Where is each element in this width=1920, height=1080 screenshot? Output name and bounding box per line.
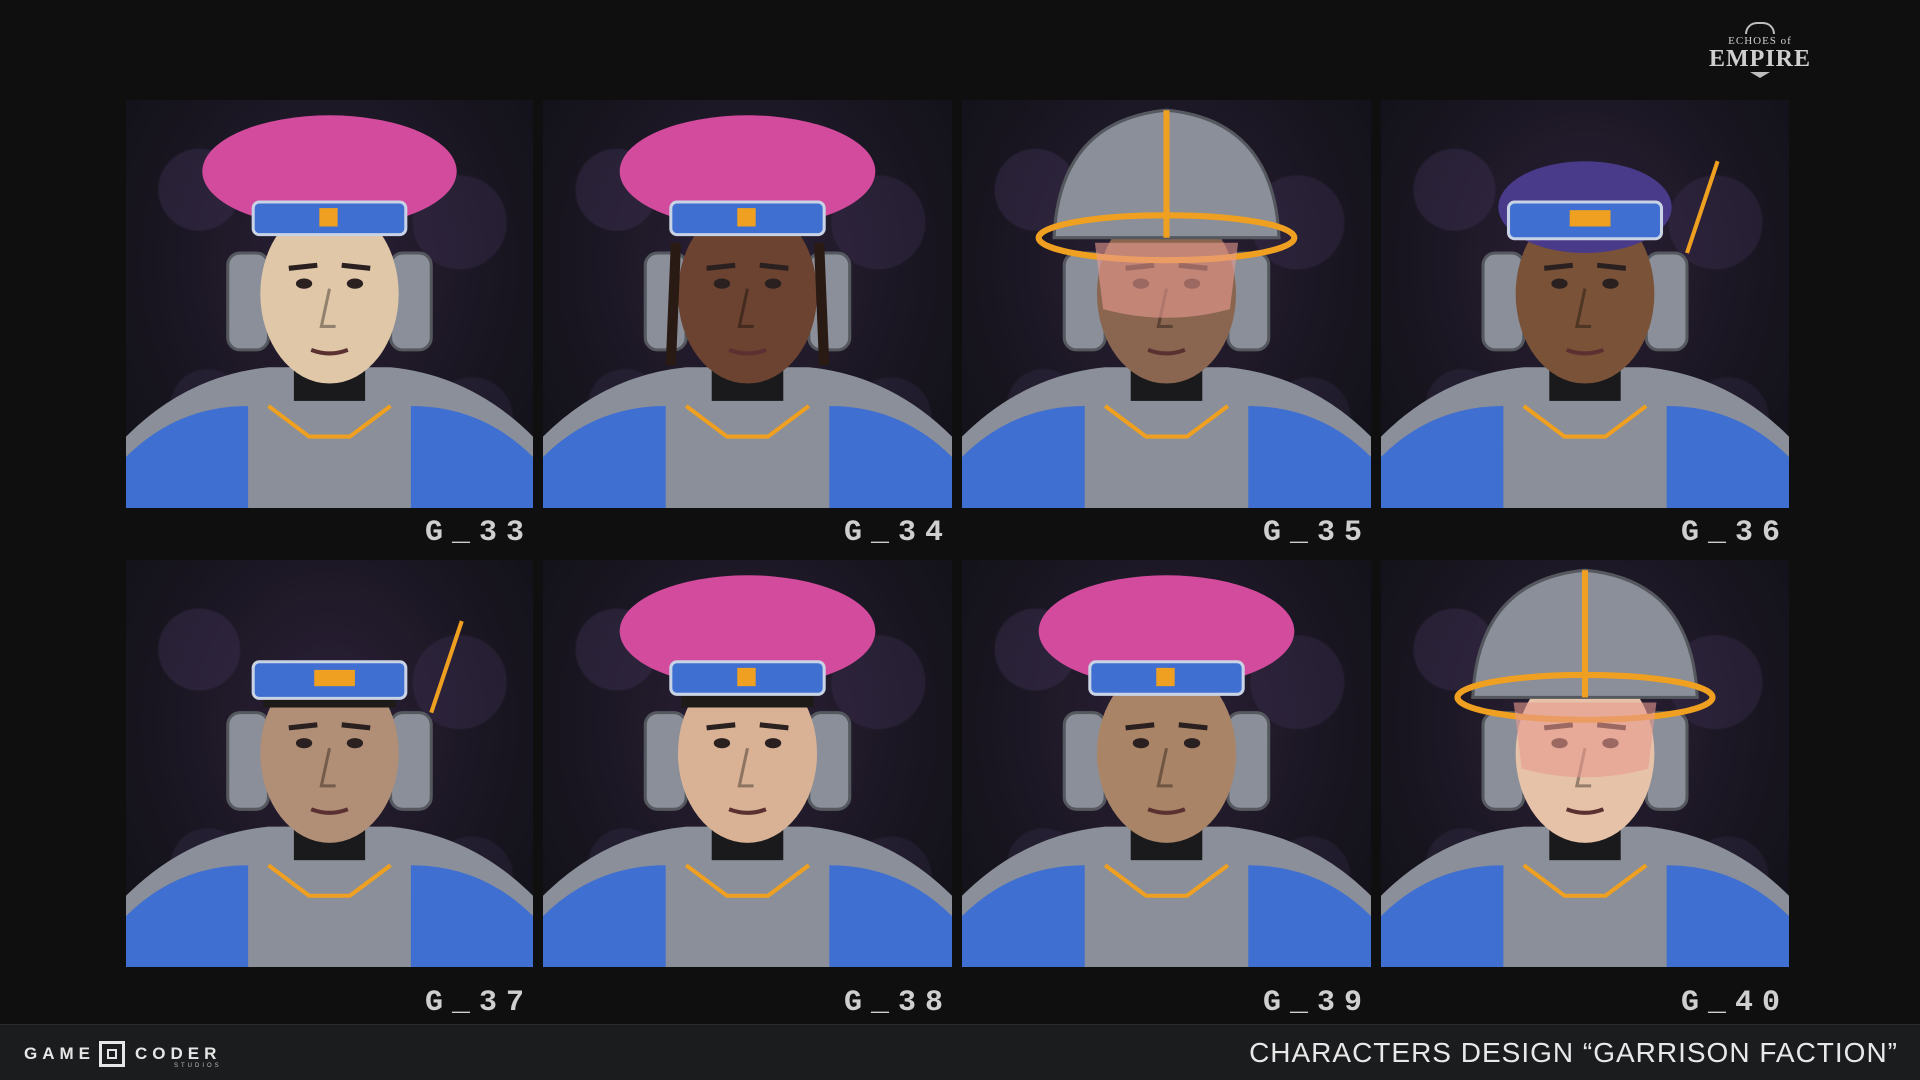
crest-icon: [1745, 22, 1775, 34]
portrait-label: G_37: [424, 986, 533, 1020]
helmet-visor: [1513, 702, 1657, 778]
portrait-card: [962, 560, 1371, 967]
eye-right: [764, 278, 782, 289]
portrait-label: G_39: [1262, 986, 1371, 1020]
studio-name-part1: GAME: [24, 1044, 95, 1063]
footer-bar: GAME CODER STUDIOS CHARACTERS DESIGN “GA…: [0, 1024, 1920, 1080]
portrait-illustration: [543, 575, 952, 967]
portrait-label: G_35: [1262, 516, 1371, 550]
eye-left: [295, 738, 313, 749]
antenna: [429, 620, 464, 714]
game-logo: ECHOES of EMPIRE: [1700, 22, 1820, 80]
eye-right: [346, 278, 364, 289]
portrait-illustration: [126, 620, 533, 967]
portrait-illustration: [962, 108, 1371, 508]
sheet-title: CHARACTERS DESIGN “GARRISON FACTION”: [1249, 1037, 1898, 1068]
portrait-illustration: [962, 575, 1371, 967]
portrait-illustration: [126, 115, 533, 508]
portrait-illustration: [543, 115, 952, 508]
helmet-visor: [1094, 242, 1239, 318]
portrait-illustration: [1381, 160, 1789, 508]
eye-right: [346, 738, 364, 749]
portrait-illustration: [1381, 568, 1789, 967]
studio-mark-icon: [99, 1041, 125, 1067]
headband-light: [1569, 210, 1611, 227]
portrait-card: [126, 560, 533, 967]
headband-light: [737, 667, 756, 687]
portrait-card: [1381, 100, 1789, 508]
portrait-card: [1381, 560, 1789, 967]
portrait-label: G_40: [1680, 986, 1789, 1020]
headband-light: [319, 208, 338, 227]
eye-left: [713, 738, 731, 749]
portrait-label: G_33: [424, 516, 533, 550]
portrait-label: G_36: [1680, 516, 1789, 550]
antenna: [1685, 160, 1720, 254]
eye-left: [295, 278, 313, 289]
chevron-down-icon: [1750, 72, 1770, 78]
eye-right: [1183, 738, 1201, 749]
eye-right: [764, 738, 782, 749]
studio-sub: STUDIOS: [174, 1063, 222, 1069]
game-logo-line2: EMPIRE: [1709, 46, 1811, 72]
eye-left: [1132, 738, 1150, 749]
portrait-card: [126, 100, 533, 508]
studio-name-part2: CODER: [135, 1044, 222, 1063]
presentation-sheet: ECHOES of EMPIRE G_33 G_34 G_35 G_36 G_37 G_3…: [0, 0, 1920, 1080]
portrait-card: [962, 100, 1371, 508]
eye-right: [1602, 278, 1619, 289]
portrait-label: G_38: [843, 986, 952, 1020]
portrait-card: [543, 560, 952, 967]
portrait-card: [543, 100, 952, 508]
eye-left: [713, 278, 731, 289]
eye-left: [1551, 278, 1568, 289]
headband-light: [1156, 667, 1175, 687]
studio-logo: GAME CODER STUDIOS: [24, 1039, 221, 1069]
headband-light: [737, 208, 756, 227]
portrait-label: G_34: [843, 516, 952, 550]
headband-light: [314, 669, 355, 687]
